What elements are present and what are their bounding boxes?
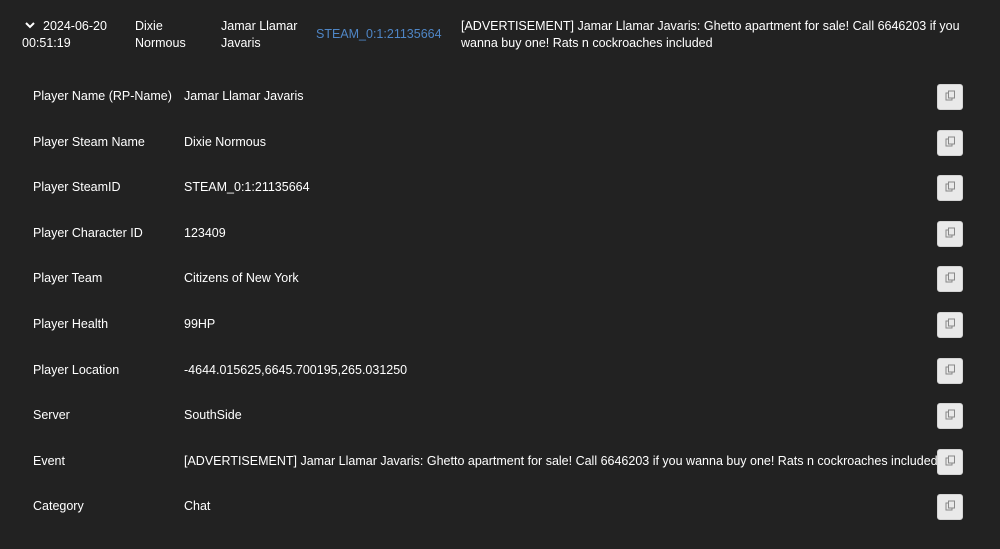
detail-row-steamid: Player SteamID STEAM_0:1:21135664 xyxy=(0,165,1000,211)
log-rp-name: Jamar Llamar Javaris xyxy=(221,19,298,50)
detail-value: Chat xyxy=(184,499,211,514)
copy-icon xyxy=(945,136,956,150)
detail-label: Player Name (RP-Name) xyxy=(33,89,172,103)
detail-label: Event xyxy=(33,453,65,468)
detail-row-steam-name: Player Steam Name Dixie Normous xyxy=(0,120,1000,166)
copy-icon xyxy=(945,227,956,241)
detail-label: Player Location xyxy=(33,362,120,377)
detail-value: -4644.015625,6645.700195,265.031250 xyxy=(184,362,408,377)
copy-icon xyxy=(945,455,956,469)
detail-label: Player Health xyxy=(33,316,109,331)
copy-button[interactable] xyxy=(937,448,963,475)
copy-button[interactable] xyxy=(937,84,963,110)
detail-label: Player Steam Name xyxy=(33,134,145,149)
detail-label: Player Team xyxy=(33,271,103,286)
detail-value: 123409 xyxy=(184,225,226,240)
detail-label: Player SteamID xyxy=(33,180,121,195)
log-entry-row[interactable]: 2024-06-20 00:51:19 Dixie Normous Jamar … xyxy=(0,0,1000,63)
detail-label: Player Character ID xyxy=(33,225,143,240)
detail-value: [ADVERTISEMENT] Jamar Llamar Javaris: Gh… xyxy=(184,453,938,468)
detail-value: Jamar Llamar Javaris xyxy=(184,89,304,103)
detail-row-character-id: Player Character ID 123409 xyxy=(0,211,1000,257)
copy-button[interactable] xyxy=(937,403,963,430)
detail-row-player-name: Player Name (RP-Name) Jamar Llamar Javar… xyxy=(0,74,1000,120)
copy-icon xyxy=(945,500,956,514)
log-date: 2024-06-20 xyxy=(43,19,107,33)
copy-icon xyxy=(945,272,956,286)
copy-button[interactable] xyxy=(937,129,963,156)
detail-row-location: Player Location -4644.015625,6645.700195… xyxy=(0,348,1000,394)
copy-button[interactable] xyxy=(937,494,963,521)
copy-button[interactable] xyxy=(937,220,963,247)
copy-icon xyxy=(945,181,956,195)
detail-row-health: Player Health 99HP xyxy=(0,302,1000,348)
detail-value: Citizens of New York xyxy=(184,271,299,286)
copy-button[interactable] xyxy=(937,357,963,384)
copy-button[interactable] xyxy=(937,175,963,202)
log-time: 00:51:19 xyxy=(22,36,71,50)
detail-row-event: Event [ADVERTISEMENT] Jamar Llamar Javar… xyxy=(0,439,1000,485)
detail-value: Dixie Normous xyxy=(184,134,266,149)
copy-button[interactable] xyxy=(937,311,963,338)
log-steam-name: Dixie Normous xyxy=(135,19,186,50)
detail-label: Server xyxy=(33,408,70,423)
log-event-text: [ADVERTISEMENT] Jamar Llamar Javaris: Gh… xyxy=(461,19,960,50)
copy-icon xyxy=(945,318,956,332)
detail-value: 99HP xyxy=(184,316,216,331)
copy-icon xyxy=(945,409,956,423)
detail-row-server: Server SouthSide xyxy=(0,393,1000,439)
chevron-down-icon[interactable] xyxy=(24,19,36,31)
detail-row-team: Player Team Citizens of New York xyxy=(0,256,1000,302)
log-steamid-link[interactable]: STEAM_0:1:21135664 xyxy=(316,26,442,43)
copy-icon xyxy=(945,364,956,378)
copy-icon xyxy=(945,90,956,104)
detail-label: Category xyxy=(33,499,84,514)
copy-button[interactable] xyxy=(937,266,963,293)
log-details-panel: Player Name (RP-Name) Jamar Llamar Javar… xyxy=(0,74,1000,530)
detail-row-category: Category Chat xyxy=(0,484,1000,530)
detail-value: STEAM_0:1:21135664 xyxy=(184,180,310,195)
detail-value: SouthSide xyxy=(184,408,242,423)
